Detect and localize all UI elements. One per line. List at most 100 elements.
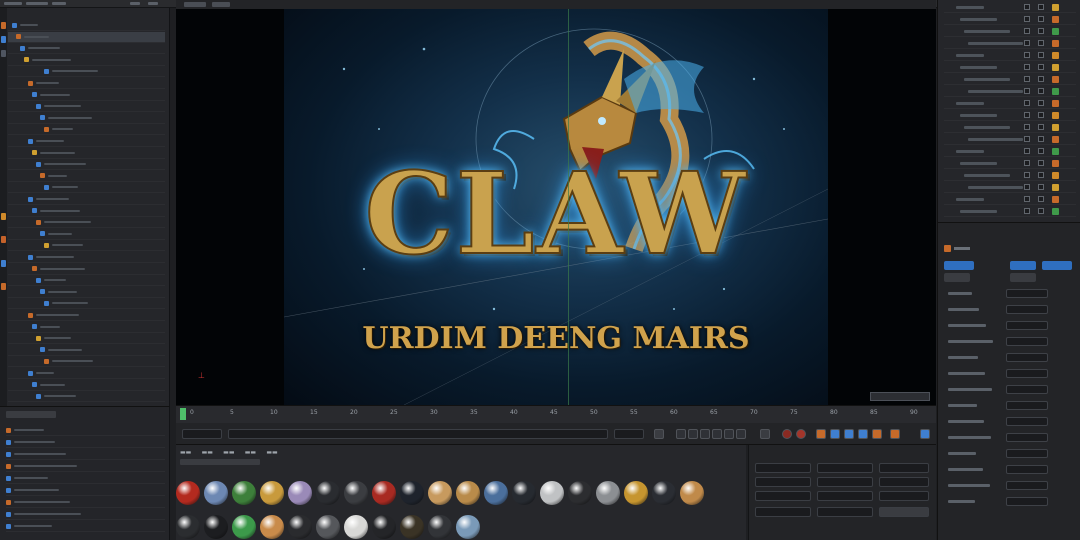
- tag-icon[interactable]: [1052, 88, 1059, 95]
- size-y-field[interactable]: [817, 477, 873, 487]
- material-swatch[interactable]: [400, 481, 424, 505]
- render-checkbox[interactable]: [1038, 76, 1044, 82]
- property-field[interactable]: [1006, 305, 1048, 314]
- layer-row[interactable]: [6, 425, 165, 436]
- tree-row[interactable]: [8, 264, 165, 275]
- visibility-checkbox[interactable]: [1024, 16, 1030, 22]
- size-mode-select[interactable]: [817, 507, 873, 517]
- object-row[interactable]: [944, 50, 1076, 61]
- next-frame-button[interactable]: [712, 429, 722, 439]
- object-row[interactable]: [944, 206, 1076, 217]
- tag-icon[interactable]: [1052, 136, 1059, 143]
- render-checkbox[interactable]: [1038, 52, 1044, 58]
- tree-row[interactable]: [8, 171, 165, 182]
- tag-icon[interactable]: [1052, 160, 1059, 167]
- visibility-checkbox[interactable]: [1024, 172, 1030, 178]
- layer-row[interactable]: [6, 521, 165, 532]
- layer-row[interactable]: [6, 485, 165, 496]
- key-icon[interactable]: [816, 429, 826, 439]
- position-x-field[interactable]: [755, 463, 811, 473]
- material-menu-item[interactable]: ▬▬: [180, 449, 191, 456]
- render-checkbox[interactable]: [1038, 208, 1044, 214]
- rotate-tool-icon[interactable]: [1, 50, 6, 57]
- property-field[interactable]: [1006, 401, 1048, 410]
- autokey-icon[interactable]: [796, 429, 806, 439]
- object-row[interactable]: [944, 182, 1076, 193]
- rotation-b-field[interactable]: [879, 491, 929, 501]
- material-swatch[interactable]: [652, 481, 676, 505]
- render-checkbox[interactable]: [1038, 172, 1044, 178]
- property-field[interactable]: [1006, 321, 1048, 330]
- visibility-checkbox[interactable]: [1024, 136, 1030, 142]
- object-row[interactable]: [944, 122, 1076, 133]
- tag-icon[interactable]: [1052, 124, 1059, 131]
- tree-row[interactable]: [8, 333, 165, 345]
- view-menu[interactable]: [184, 2, 206, 7]
- record-icon[interactable]: [782, 429, 792, 439]
- material-swatch[interactable]: [512, 481, 536, 505]
- point-key-icon[interactable]: [890, 429, 900, 439]
- camera-menu[interactable]: [212, 2, 230, 7]
- property-field[interactable]: [1006, 369, 1048, 378]
- render-checkbox[interactable]: [1038, 148, 1044, 154]
- tag-icon[interactable]: [1052, 196, 1059, 203]
- move-tool-icon[interactable]: [1, 22, 6, 29]
- tree-row[interactable]: [8, 298, 165, 310]
- object-row[interactable]: [944, 170, 1076, 181]
- object-row[interactable]: [944, 86, 1076, 97]
- render-checkbox[interactable]: [1038, 160, 1044, 166]
- material-swatch[interactable]: [400, 515, 424, 539]
- tree-row[interactable]: [8, 101, 165, 113]
- material-swatch[interactable]: [680, 481, 704, 505]
- render-checkbox[interactable]: [1038, 184, 1044, 190]
- tree-row[interactable]: [8, 124, 165, 136]
- tab-color[interactable]: [1010, 261, 1036, 270]
- tree-row[interactable]: [8, 380, 165, 391]
- size-x-field[interactable]: [817, 463, 873, 473]
- render-checkbox[interactable]: [1038, 112, 1044, 118]
- tree-row[interactable]: [8, 20, 165, 31]
- material-filter-bar[interactable]: [180, 459, 260, 465]
- object-row[interactable]: [944, 194, 1076, 205]
- material-swatch[interactable]: [624, 481, 648, 505]
- tree-row[interactable]: [8, 159, 165, 171]
- property-field[interactable]: [1006, 449, 1048, 458]
- render-checkbox[interactable]: [1038, 16, 1044, 22]
- tree-row[interactable]: [8, 310, 165, 321]
- visibility-checkbox[interactable]: [1024, 4, 1030, 10]
- tree-row[interactable]: [8, 194, 165, 205]
- tab-alpha[interactable]: [1010, 273, 1036, 282]
- render-checkbox[interactable]: [1038, 40, 1044, 46]
- visibility-checkbox[interactable]: [1024, 88, 1030, 94]
- scale-key-icon[interactable]: [858, 429, 868, 439]
- tag-icon[interactable]: [1052, 4, 1059, 11]
- menu-item[interactable]: [52, 2, 66, 5]
- tab-reflectance[interactable]: [1042, 261, 1072, 270]
- rotation-key-icon[interactable]: [844, 429, 854, 439]
- tree-row[interactable]: [8, 78, 165, 89]
- property-field[interactable]: [1006, 433, 1048, 442]
- object-row[interactable]: [944, 146, 1076, 157]
- tree-row[interactable]: [8, 182, 165, 194]
- tree-row[interactable]: [8, 66, 165, 78]
- material-swatch[interactable]: [204, 481, 228, 505]
- object-row[interactable]: [944, 26, 1076, 37]
- tree-row[interactable]: [8, 43, 165, 55]
- tree-row[interactable]: [8, 113, 165, 124]
- render-checkbox[interactable]: [1038, 4, 1044, 10]
- material-swatch[interactable]: [204, 515, 228, 539]
- loop-button[interactable]: [760, 429, 770, 439]
- material-menu-item[interactable]: ▬▬: [202, 449, 213, 456]
- camera-icon[interactable]: [1, 236, 6, 243]
- size-z-field[interactable]: [817, 491, 873, 501]
- deformer-icon[interactable]: [1, 283, 6, 290]
- material-menu-item[interactable]: ▬▬: [245, 449, 256, 456]
- material-swatch[interactable]: [316, 515, 340, 539]
- tag-icon[interactable]: [1052, 148, 1059, 155]
- material-swatch[interactable]: [540, 481, 564, 505]
- visibility-checkbox[interactable]: [1024, 160, 1030, 166]
- material-swatch[interactable]: [344, 515, 368, 539]
- tree-row[interactable]: [8, 206, 165, 217]
- timeline-ruler[interactable]: 0 5 10 15 20 25 30 35 40 45 50 55 60 65 70 75 80 85 90: [176, 405, 936, 423]
- layer-row[interactable]: [6, 497, 165, 508]
